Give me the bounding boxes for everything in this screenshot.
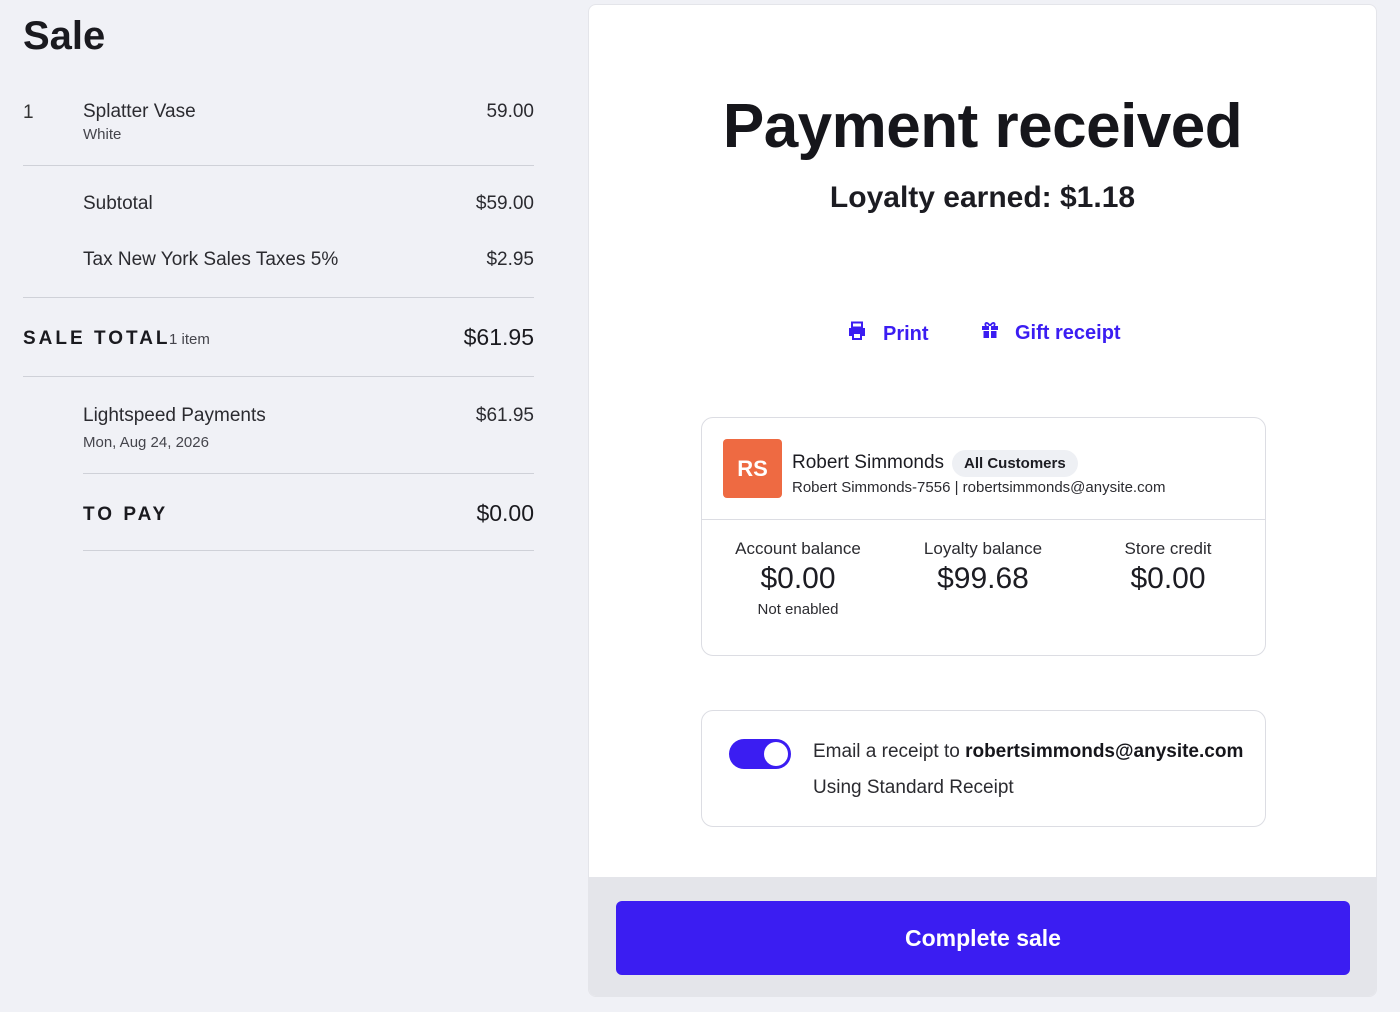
customer-avatar: RS bbox=[723, 439, 782, 498]
email-receipt-template: Using Standard Receipt bbox=[813, 777, 1014, 798]
payment-amount: $61.95 bbox=[475, 405, 534, 426]
tax-value: $2.95 bbox=[486, 249, 534, 270]
to-pay-label: TO PAY bbox=[83, 504, 169, 525]
tax-label: Tax New York Sales Taxes 5% bbox=[83, 249, 339, 270]
gift-receipt-label: Gift receipt bbox=[1015, 321, 1121, 344]
store-credit-label: Store credit bbox=[1124, 539, 1212, 558]
divider bbox=[23, 376, 534, 377]
subtotal-label: Subtotal bbox=[83, 193, 153, 214]
payment-method: Lightspeed Payments bbox=[83, 405, 266, 426]
account-balance-value: $0.00 bbox=[760, 562, 836, 595]
to-pay-value: $0.00 bbox=[476, 500, 534, 526]
email-receipt-prefix: Email a receipt to bbox=[813, 741, 966, 762]
print-button[interactable]: Print bbox=[847, 321, 929, 347]
customer-card[interactable]: RS Robert Simmonds All Customers Robert … bbox=[701, 417, 1266, 656]
toggle-knob bbox=[764, 742, 788, 766]
subtotal-value: $59.00 bbox=[475, 193, 534, 214]
line-item-price: 59.00 bbox=[486, 101, 534, 122]
line-item-variant: White bbox=[83, 126, 122, 143]
footer-bar: Complete sale bbox=[589, 877, 1376, 996]
sale-summary-panel: Sale 1 Splatter Vase White 59.00 Subtota… bbox=[0, 0, 560, 1012]
email-receipt-toggle[interactable] bbox=[729, 739, 791, 769]
gift-icon bbox=[981, 321, 1015, 345]
payment-row[interactable]: Lightspeed Payments Mon, Aug 24, 2026 $6… bbox=[83, 404, 534, 474]
gift-receipt-button[interactable]: Gift receipt bbox=[981, 321, 1121, 345]
divider bbox=[702, 519, 1265, 520]
loyalty-balance: Loyalty balance $99.68 bbox=[883, 539, 1083, 596]
sale-total-value: $61.95 bbox=[463, 324, 534, 350]
payment-confirmation-card: Payment received Loyalty earned: $1.18 P… bbox=[588, 4, 1377, 997]
customer-group-badge: All Customers bbox=[952, 450, 1078, 477]
sale-total-label: SALE TOTAL bbox=[23, 328, 171, 349]
print-label: Print bbox=[883, 322, 929, 345]
payment-date: Mon, Aug 24, 2026 bbox=[83, 434, 209, 451]
sale-total-row: SALE TOTAL 1 item $61.95 bbox=[23, 324, 534, 354]
loyalty-earned-text: Loyalty earned: $1.18 bbox=[829, 181, 1136, 214]
sale-total-item-count: 1 item bbox=[169, 331, 210, 348]
printer-icon bbox=[847, 321, 883, 347]
email-receipt-card: Email a receipt to robertsimmonds@anysit… bbox=[701, 710, 1266, 827]
store-credit: Store credit $0.00 bbox=[1068, 539, 1268, 596]
account-balance: Account balance $0.00 Not enabled bbox=[698, 539, 898, 618]
line-item-qty: 1 bbox=[23, 102, 34, 123]
line-item-name: Splatter Vase bbox=[83, 101, 196, 122]
email-receipt-text: Email a receipt to robertsimmonds@anysit… bbox=[813, 741, 1243, 763]
loyalty-balance-label: Loyalty balance bbox=[923, 539, 1043, 558]
to-pay-row: TO PAY $0.00 bbox=[83, 500, 534, 551]
complete-sale-button[interactable]: Complete sale bbox=[616, 901, 1350, 975]
customer-name: Robert Simmonds bbox=[792, 452, 945, 473]
payment-received-heading: Payment received bbox=[722, 92, 1243, 161]
receipt-actions: Print Gift receipt bbox=[589, 321, 1376, 351]
account-balance-note: Not enabled bbox=[757, 601, 839, 618]
account-balance-label: Account balance bbox=[735, 539, 861, 558]
line-item[interactable]: 1 Splatter Vase White 59.00 bbox=[23, 98, 534, 166]
email-receipt-address: robertsimmonds@anysite.com bbox=[965, 741, 1244, 762]
store-credit-value: $0.00 bbox=[1130, 562, 1206, 595]
loyalty-balance-value: $99.68 bbox=[937, 562, 1029, 595]
customer-meta: Robert Simmonds-7556 | robertsimmonds@an… bbox=[792, 479, 1166, 496]
sale-title: Sale bbox=[23, 14, 106, 58]
divider bbox=[23, 297, 534, 298]
